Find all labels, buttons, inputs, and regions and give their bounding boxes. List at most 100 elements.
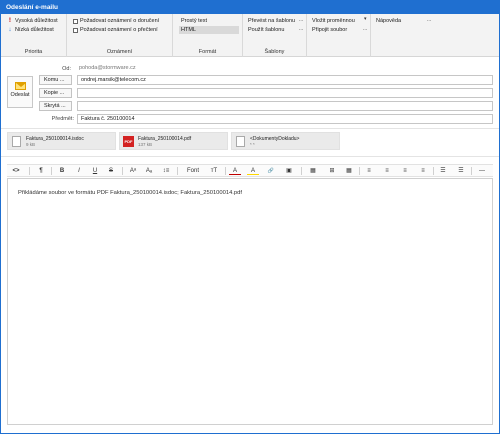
table-edit-icon[interactable]: ⊞ (325, 165, 339, 177)
separator (471, 167, 472, 175)
paragraph-button[interactable]: ¶ (35, 165, 47, 177)
plain-text-option[interactable]: Prostý text (179, 17, 239, 25)
help-button[interactable]: Nápověda (376, 17, 401, 25)
plain-text-label: Prostý text (181, 18, 207, 24)
link-icon[interactable]: 🔗 (265, 165, 277, 177)
strikethrough-button[interactable]: S (105, 165, 117, 177)
attachment-size: 9 kB (26, 142, 36, 147)
separator (51, 167, 52, 175)
priority-group: ! Vysoká důležitost ↓ Nízká důležitost P… (1, 14, 67, 57)
bcc-field[interactable] (77, 101, 493, 111)
attachment-size: * * (250, 142, 255, 147)
use-template-more[interactable]: ... (299, 26, 303, 32)
to-button[interactable]: Komu ... (39, 75, 72, 85)
to-field[interactable]: ondrej.marsik@telecom.cz (77, 75, 493, 85)
attach-file-more[interactable]: ... (363, 26, 367, 32)
attachment-documents[interactable]: <DokumentyDokladu> * * (231, 132, 340, 150)
align-justify-icon[interactable]: ≡ (417, 165, 429, 177)
from-value: pohoda@stormware.cz (79, 65, 136, 71)
help-group: Nápověda ... (371, 14, 435, 57)
bullet-list-icon[interactable]: ☰ (437, 165, 449, 177)
checkbox-icon (73, 27, 78, 33)
divider (1, 156, 499, 157)
superscript-button[interactable]: Aᵃ (127, 165, 139, 177)
high-priority-button[interactable]: ! Vysoká důležitost (7, 17, 58, 25)
font-dropdown[interactable]: Font (182, 165, 204, 177)
image-icon[interactable]: ▣ (283, 165, 295, 177)
exclamation-icon: ! (8, 17, 12, 24)
arrow-down-icon: ↓ (8, 26, 12, 33)
highlight-button[interactable]: A (247, 165, 259, 175)
pdf-icon: PDF (123, 136, 134, 147)
separator (177, 167, 178, 175)
attach-file-label: Připojit soubor (312, 27, 348, 33)
send-email-window: Odeslání e-mailu ! Vysoká důležitost ↓ N… (0, 0, 500, 434)
separator (122, 167, 123, 175)
underline-button[interactable]: U (89, 165, 101, 177)
notifications-group: Požadovat oznámení o doručení Požadovat … (67, 14, 173, 57)
subject-label: Předmět: (51, 116, 74, 122)
convert-to-template-button[interactable]: Převést na šablonu (248, 17, 295, 25)
notifications-group-title: Oznámení (106, 49, 133, 55)
table-icon[interactable]: ▦ (307, 165, 319, 177)
align-right-icon[interactable]: ≡ (399, 165, 411, 177)
low-priority-button[interactable]: ↓ Nízká důležitost (7, 26, 54, 34)
message-editor[interactable]: Přikládáme soubor ve formátu PDF Faktura… (7, 178, 493, 425)
envelope-icon (14, 82, 26, 90)
high-priority-label: Vysoká důležitost (15, 18, 58, 24)
checkbox-icon (73, 18, 78, 24)
separator (433, 167, 434, 175)
separator (359, 167, 360, 175)
format-group-title: Formát (198, 49, 217, 55)
numbered-list-icon[interactable]: ☰ (455, 165, 467, 177)
separator (301, 167, 302, 175)
bcc-button[interactable]: Skrytá ... (39, 101, 72, 111)
delivery-receipt-label: Požadovat oznámení o doručení (80, 18, 160, 24)
insert-variable-button[interactable]: Vložit proměnnou (312, 17, 355, 25)
attachment-pdf[interactable]: PDF Faktura_250100014.pdf 137 kB (119, 132, 228, 150)
attachment-isdoc[interactable]: Faktura_250100014.isdoc 9 kB (7, 132, 116, 150)
source-code-button[interactable]: <> (9, 165, 23, 177)
help-more[interactable]: ... (427, 17, 431, 23)
attachment-name: <DokumentyDokladu> (250, 136, 300, 142)
help-label: Nápověda (376, 18, 402, 24)
use-template-button[interactable]: Použít šablonu (248, 26, 284, 34)
separator (29, 167, 30, 175)
line-height-button[interactable]: ↕≡ (159, 165, 173, 177)
subject-field[interactable]: Faktura č. 250100014 (77, 114, 493, 124)
window-title: Odeslání e-mailu (1, 1, 499, 14)
separator (225, 167, 226, 175)
low-priority-label: Nízká důležitost (15, 27, 54, 33)
cc-button[interactable]: Kopie ... (39, 88, 72, 98)
subscript-button[interactable]: Aₐ (143, 165, 155, 177)
templates-group: Převést na šablonu ... Použít šablonu ..… (243, 14, 307, 57)
align-center-icon[interactable]: ≡ (381, 165, 393, 177)
delivery-receipt-checkbox[interactable]: Požadovat oznámení o doručení (73, 17, 159, 25)
align-left-icon[interactable]: ≡ (363, 165, 375, 177)
chevron-down-icon[interactable]: ▾ (364, 16, 367, 22)
font-color-button[interactable]: A (229, 165, 241, 175)
table-more-icon[interactable]: ▦ (343, 165, 355, 177)
divider (1, 128, 499, 129)
use-template-label: Použít šablonu (248, 27, 285, 33)
insert-group: Vložit proměnnou ▾ Připojit soubor ... (307, 14, 371, 57)
file-icon (236, 136, 245, 147)
read-receipt-checkbox[interactable]: Požadovat oznámení o přečtení (73, 26, 158, 34)
from-label: Od: (62, 66, 71, 72)
italic-button[interactable]: I (73, 165, 85, 177)
html-option[interactable]: HTML (179, 26, 239, 34)
file-icon (12, 136, 21, 147)
send-button[interactable]: Odeslat (7, 76, 33, 108)
convert-template-more[interactable]: ... (299, 17, 303, 23)
format-group: Prostý text HTML Formát (173, 14, 243, 57)
font-size-button[interactable]: ᴛT (207, 165, 221, 177)
read-receipt-label: Požadovat oznámení o přečtení (80, 27, 158, 33)
bold-button[interactable]: B (56, 165, 68, 177)
convert-to-template-label: Převést na šablonu (248, 18, 296, 24)
attach-file-button[interactable]: Připojit soubor (312, 26, 347, 34)
insert-variable-label: Vložit proměnnou (312, 18, 355, 24)
ribbon: ! Vysoká důležitost ↓ Nízká důležitost P… (1, 14, 499, 57)
message-body-text: Přikládáme soubor ve formátu PDF Faktura… (18, 190, 242, 196)
cc-field[interactable] (77, 88, 493, 98)
horizontal-rule-icon[interactable]: — (475, 165, 489, 177)
